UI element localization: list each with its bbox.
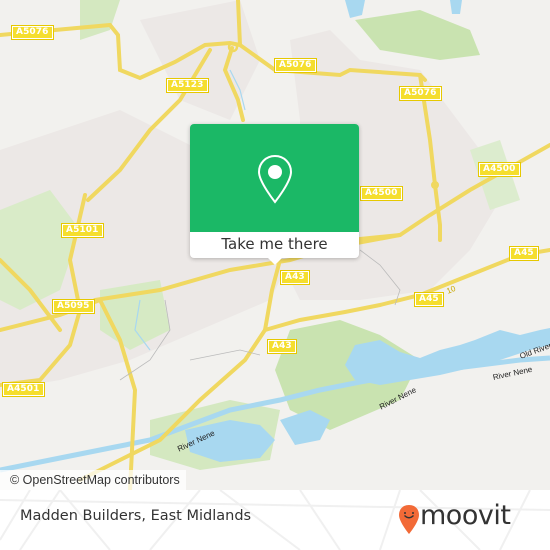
road-label-a5123: A5123 (166, 78, 209, 93)
road-label-a4501: A4501 (2, 382, 45, 397)
road-label-a4500: A4500 (478, 162, 521, 177)
footer-bar: Madden Builders, East Midlands moovit (0, 490, 550, 550)
map-attribution[interactable]: © OpenStreetMap contributors (0, 470, 186, 490)
map-view[interactable]: A5076 A5076 A5076 A5123 A4500 A4500 A510… (0, 0, 550, 490)
map-pin-icon (257, 154, 293, 204)
road-label-a45: A45 (414, 292, 444, 307)
take-me-there-button[interactable]: Take me there (190, 232, 359, 258)
road-label-a5076: A5076 (11, 25, 54, 40)
road-label-a5095: A5095 (52, 299, 95, 314)
road-label-a5076: A5076 (274, 58, 317, 73)
road-label-a5101: A5101 (61, 223, 104, 238)
popup-header (190, 124, 359, 232)
road-label-a45: A45 (509, 246, 539, 261)
moovit-pin-icon (399, 505, 419, 534)
moovit-wordmark: moovit (420, 500, 511, 531)
road-label-a5076: A5076 (399, 86, 442, 101)
road-label-a43: A43 (280, 270, 310, 285)
place-name: Madden Builders, East Midlands (20, 508, 252, 524)
popup-tail (268, 258, 282, 265)
road-label-a4500: A4500 (360, 186, 403, 201)
road-label-a43: A43 (267, 339, 297, 354)
location-popup: Take me there (190, 124, 359, 265)
